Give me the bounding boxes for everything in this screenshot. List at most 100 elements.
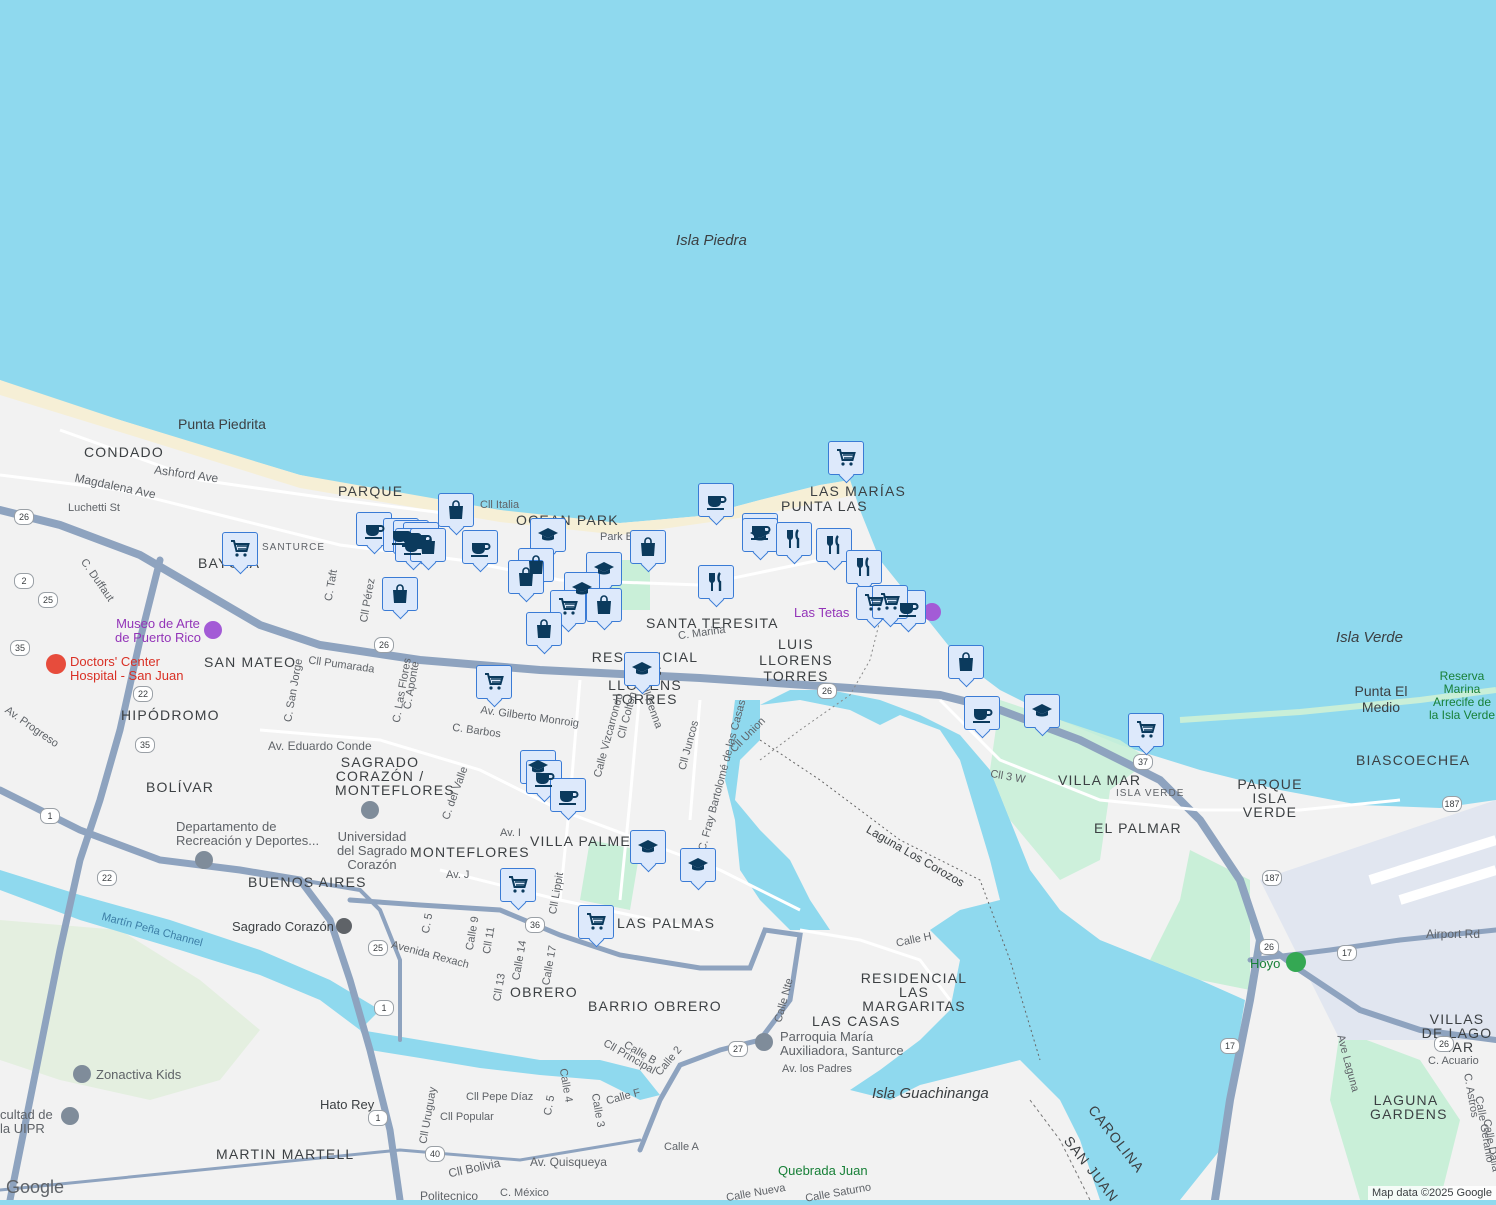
street-label: Luchetti St <box>68 502 120 514</box>
neighborhood-label: SAGRADO CORAZÓN / MONTEFLORES <box>335 754 455 798</box>
neighborhood-label: LAS CASAS <box>812 1013 901 1029</box>
shopping-cart-marker[interactable] <box>1128 713 1164 747</box>
route-shield: 26 <box>14 509 34 525</box>
route-shield: 17 <box>1337 945 1357 961</box>
water-label: Isla Piedra <box>676 232 747 249</box>
hoyo-marker <box>1286 952 1306 972</box>
neighborhood-label: RESIDENCIAL LAS MARGARITAS <box>860 970 968 1014</box>
coffee-marker[interactable] <box>698 483 734 517</box>
shopping-bag-marker[interactable] <box>382 577 418 611</box>
shopping-cart-icon <box>1137 721 1156 738</box>
route-shield: 26 <box>1434 1036 1454 1052</box>
shopping-cart-icon <box>881 593 900 610</box>
graduation-cap-marker[interactable] <box>680 848 716 882</box>
graduation-cap-marker[interactable] <box>624 652 660 686</box>
restaurant-marker[interactable] <box>776 522 812 556</box>
parroquia-marker <box>755 1033 773 1051</box>
shopping-bag-marker[interactable] <box>630 530 666 564</box>
route-shield: 22 <box>97 870 117 886</box>
coffee-marker[interactable] <box>964 696 1000 730</box>
museum-label[interactable]: Museo de Arte de Puerto Rico <box>108 617 208 645</box>
neighborhood-label: HIPÓDROMO <box>121 707 220 723</box>
shopping-bag-icon <box>597 595 611 614</box>
route-shield: 26 <box>817 683 837 699</box>
shopping-cart-icon <box>485 673 504 690</box>
coffee-icon <box>535 773 555 787</box>
university-label[interactable]: Universidad del Sagrado Corazón <box>332 830 412 872</box>
shopping-cart-marker[interactable] <box>578 905 614 939</box>
street-label: Cll Italia <box>480 499 520 511</box>
neighborhood-label: BOLÍVAR <box>146 779 215 795</box>
place-label[interactable]: Hoyo <box>1250 957 1280 970</box>
route-shield: 17 <box>1220 1038 1240 1054</box>
neighborhood-label: VILLAS DE LAGO MAR <box>1421 1011 1493 1055</box>
shopping-bag-marker[interactable] <box>438 493 474 527</box>
restaurant-icon <box>709 572 722 591</box>
place-label[interactable]: cultad de la UIPR <box>0 1108 58 1136</box>
neighborhood-label: LUIS LLORENS TORRES <box>759 636 833 684</box>
neighborhood-label: LAS PALMAS <box>617 915 716 931</box>
neighborhood-label: ISLA VERDE <box>1116 788 1185 799</box>
shopping-cart-icon <box>509 876 528 893</box>
route-shield: 27 <box>728 1041 748 1057</box>
shopping-cart-marker[interactable] <box>222 532 258 566</box>
graduation-cap-icon <box>594 562 614 575</box>
neighborhood-label: LAS MARÍAS <box>810 483 907 499</box>
place-label: Punta Piedrita <box>178 416 266 432</box>
street-label: C. Acuario <box>1428 1055 1479 1067</box>
route-shield: 25 <box>368 940 388 956</box>
street-label: Av. Quisqueya <box>530 1155 607 1169</box>
place-label[interactable]: Departamento de Recreación y Deportes... <box>176 820 336 848</box>
street-label: C. México <box>500 1187 549 1199</box>
coffee-marker[interactable] <box>550 778 586 812</box>
route-shield: 36 <box>525 917 545 933</box>
water-label: Isla Verde <box>1336 629 1403 646</box>
place-label[interactable]: Las Tetas <box>794 606 849 619</box>
neighborhood-label: EL PALMAR <box>1094 820 1182 836</box>
graduation-cap-marker[interactable] <box>742 518 778 552</box>
uipr-marker <box>61 1107 79 1125</box>
shopping-bag-icon <box>641 537 655 556</box>
neighborhood-label: SAN MATEO <box>204 654 297 670</box>
google-logo: Google <box>6 1177 65 1197</box>
graduation-cap-marker[interactable] <box>1024 694 1060 728</box>
graduation-cap-icon <box>750 528 770 541</box>
graduation-cap-icon <box>632 662 652 675</box>
place-label: Politecnico <box>420 1189 479 1203</box>
place-label[interactable]: Parroquia María Auxiliadora, Santurce <box>780 1030 916 1058</box>
neighborhood-label: BUENOS AIRES <box>248 874 367 890</box>
neighborhood-label: PARQUE <box>338 483 404 499</box>
map-view[interactable]: Isla Piedra Isla Verde Laguna Los Corozo… <box>0 0 1496 1205</box>
coffee-marker[interactable] <box>462 530 498 564</box>
restaurant-marker[interactable] <box>698 565 734 599</box>
street-label: Cll Pepe Díaz <box>466 1091 534 1103</box>
shopping-bag-marker[interactable] <box>586 588 622 622</box>
shopping-cart-marker[interactable] <box>500 868 536 902</box>
street-label: Av. los Padres <box>782 1063 852 1075</box>
restaurant-marker[interactable] <box>846 550 882 584</box>
shopping-bag-marker[interactable] <box>410 528 446 562</box>
coffee-icon <box>973 709 993 723</box>
shopping-bag-icon <box>959 652 973 671</box>
route-shield: 35 <box>135 737 155 753</box>
shopping-bag-marker[interactable] <box>948 645 984 679</box>
street-label: Airport Rd <box>1426 927 1481 941</box>
graduation-cap-marker[interactable] <box>530 518 566 552</box>
hospital-label[interactable]: Doctors' Center Hospital - San Juan <box>70 655 198 683</box>
restaurant-icon <box>857 557 870 576</box>
street-label: Av. Eduardo Conde <box>268 739 372 753</box>
map-canvas <box>0 380 1496 1200</box>
restaurant-icon <box>787 529 800 548</box>
sagrado-station-marker <box>336 918 352 934</box>
neighborhood-label: PUNTA LAS <box>781 498 868 514</box>
depto-marker <box>195 851 213 869</box>
graduation-cap-marker[interactable] <box>630 830 666 864</box>
station-label[interactable]: Sagrado Corazón <box>232 920 334 933</box>
neighborhood-label: BARRIO OBRERO <box>588 998 722 1014</box>
place-label[interactable]: Zonactiva Kids <box>96 1068 181 1081</box>
shopping-cart-marker[interactable] <box>828 441 864 475</box>
map-attribution[interactable]: Map data ©2025 Google <box>1367 1186 1496 1200</box>
shopping-cart-marker[interactable] <box>476 665 512 699</box>
route-shield: 1 <box>374 1000 394 1016</box>
route-shield: 22 <box>133 686 153 702</box>
